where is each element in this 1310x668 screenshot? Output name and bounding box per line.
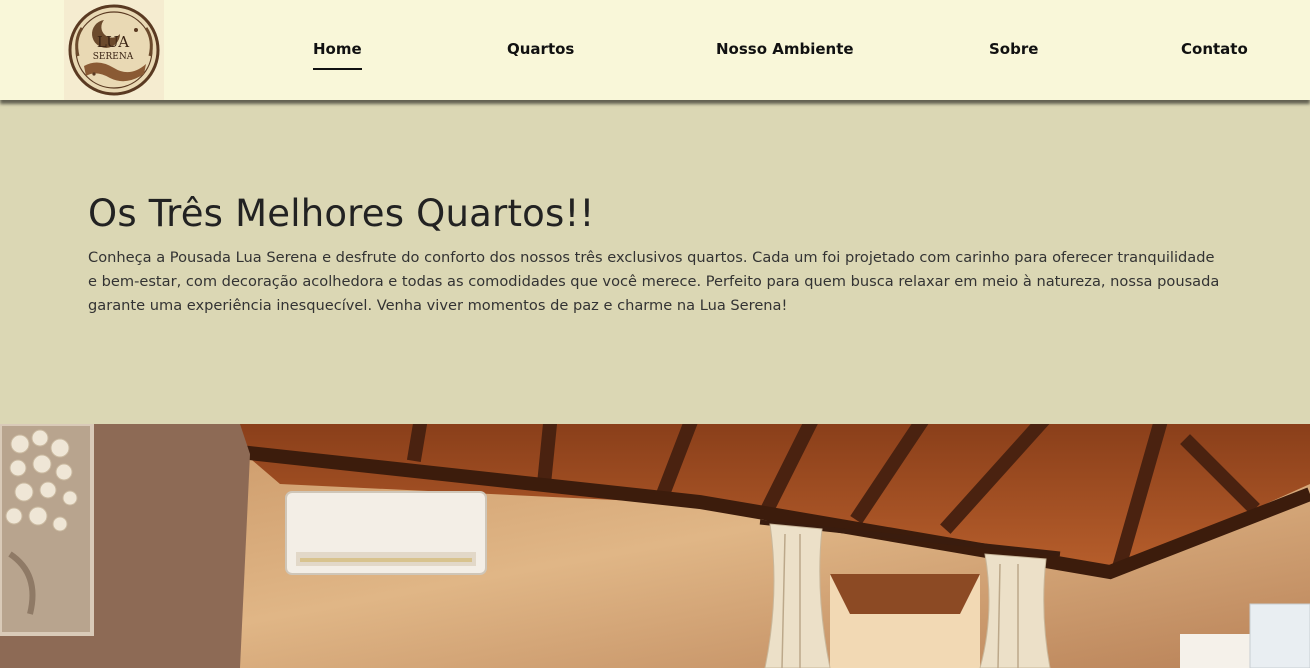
- nav-home[interactable]: Home: [313, 40, 362, 70]
- hero-section: Os Três Melhores Quartos!! Conheça a Pou…: [0, 100, 1310, 424]
- nav-quartos[interactable]: Quartos: [507, 40, 574, 58]
- room-interior-image: [0, 424, 1310, 668]
- page-title: Os Três Melhores Quartos!!: [88, 192, 595, 235]
- hero-description: Conheça a Pousada Lua Serena e desfrute …: [88, 249, 1220, 314]
- lua-serena-logo[interactable]: LUA SERENA: [64, 0, 164, 100]
- nav-nosso-ambiente[interactable]: Nosso Ambiente: [716, 40, 854, 58]
- nav-sobre[interactable]: Sobre: [989, 40, 1038, 58]
- logo-emblem-icon: LUA SERENA: [64, 0, 164, 100]
- logo-text-serena: SERENA: [93, 52, 134, 62]
- logo-text-lua: LUA: [97, 33, 129, 51]
- nav-contato[interactable]: Contato: [1181, 40, 1248, 58]
- room-photo: [0, 424, 1310, 668]
- site-header: LUA SERENA Home Quartos Nosso Ambiente S…: [0, 0, 1310, 100]
